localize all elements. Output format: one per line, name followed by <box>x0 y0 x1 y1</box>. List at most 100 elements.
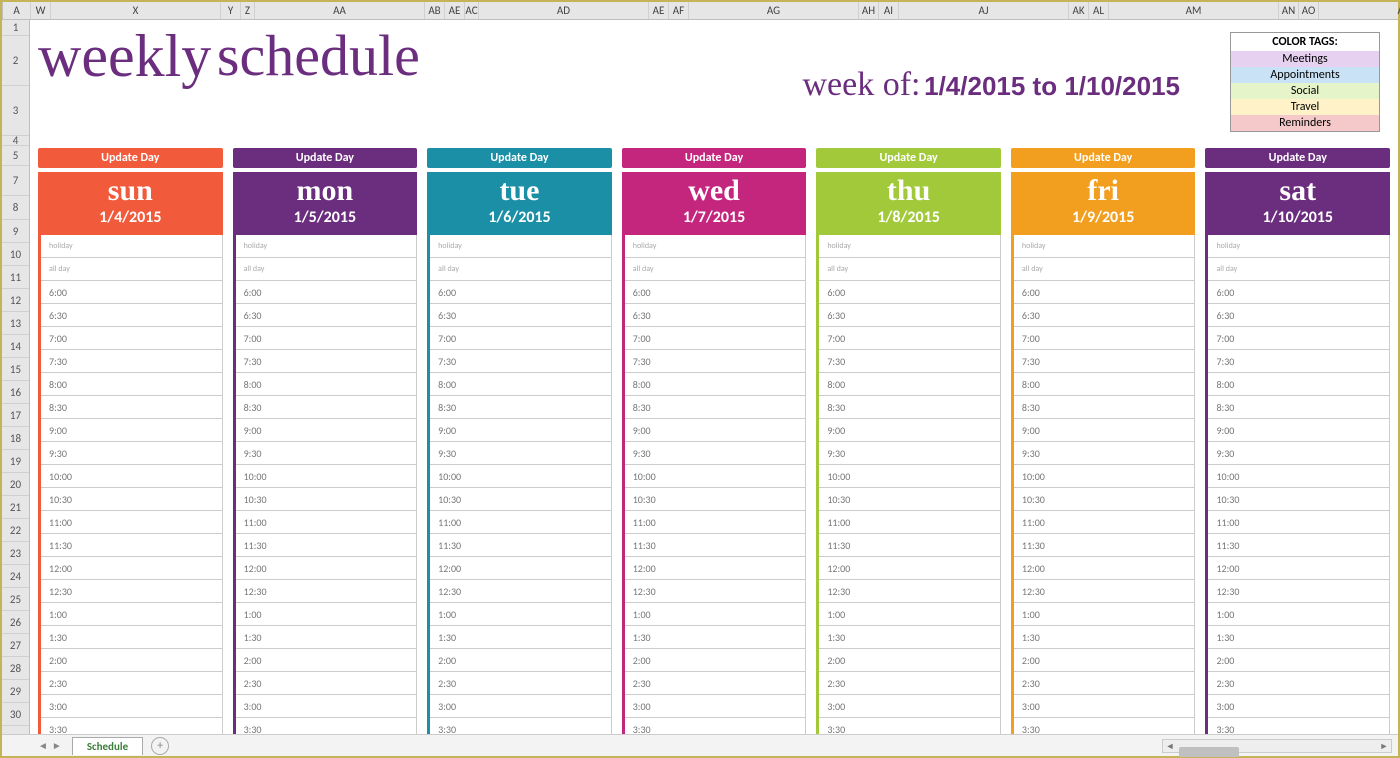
row-header[interactable]: 11 <box>2 266 29 289</box>
time-slot[interactable]: 6:30 <box>1208 304 1389 327</box>
time-slot[interactable]: 2:30 <box>41 672 222 695</box>
time-slot[interactable]: 12:00 <box>1208 557 1389 580</box>
time-slot[interactable]: 10:30 <box>430 488 611 511</box>
time-slot[interactable]: 11:30 <box>1208 534 1389 557</box>
time-slot[interactable]: 3:00 <box>41 695 222 718</box>
time-slot[interactable]: 2:00 <box>819 649 1000 672</box>
column-header[interactable]: Z <box>241 2 255 19</box>
tab-prev-icon[interactable]: ◄ <box>38 739 48 752</box>
time-slot[interactable]: 3:00 <box>819 695 1000 718</box>
time-slot[interactable]: 7:00 <box>625 327 806 350</box>
time-slot[interactable]: 12:30 <box>625 580 806 603</box>
time-slot[interactable]: 12:00 <box>236 557 417 580</box>
time-slot[interactable]: 10:30 <box>1014 488 1195 511</box>
time-slot[interactable]: 9:00 <box>625 419 806 442</box>
row-header[interactable]: 14 <box>2 335 29 358</box>
time-slot[interactable]: 6:30 <box>625 304 806 327</box>
row-header[interactable]: 27 <box>2 634 29 657</box>
time-slot[interactable]: 9:30 <box>625 442 806 465</box>
time-slot[interactable]: 6:00 <box>625 281 806 304</box>
update-day-button[interactable]: Update Day <box>427 148 612 168</box>
time-slot[interactable]: 1:30 <box>625 626 806 649</box>
row-header[interactable]: 1 <box>2 20 29 36</box>
time-slot[interactable]: 11:30 <box>41 534 222 557</box>
row-header[interactable]: 18 <box>2 427 29 450</box>
time-slot[interactable]: holiday <box>625 235 806 258</box>
row-header[interactable]: 5 <box>2 146 29 166</box>
column-header[interactable]: AL <box>1089 2 1109 19</box>
time-slot[interactable]: 10:00 <box>625 465 806 488</box>
time-slot[interactable]: 2:30 <box>625 672 806 695</box>
row-header[interactable]: 23 <box>2 542 29 565</box>
column-header[interactable]: Y <box>221 2 241 19</box>
time-slot[interactable]: 10:00 <box>41 465 222 488</box>
time-slot[interactable]: 8:00 <box>819 373 1000 396</box>
time-slot[interactable]: 1:30 <box>1014 626 1195 649</box>
time-slot[interactable]: 12:30 <box>819 580 1000 603</box>
update-day-button[interactable]: Update Day <box>1205 148 1390 168</box>
time-slot[interactable]: 3:00 <box>1208 695 1389 718</box>
column-header[interactable]: AC <box>465 2 479 19</box>
time-slot[interactable]: 1:00 <box>819 603 1000 626</box>
row-header[interactable]: 8 <box>2 196 29 220</box>
time-slot[interactable]: 2:30 <box>430 672 611 695</box>
column-header[interactable]: AE <box>445 2 465 19</box>
time-slot[interactable]: 10:00 <box>1014 465 1195 488</box>
time-slot[interactable]: 8:30 <box>41 396 222 419</box>
update-day-button[interactable]: Update Day <box>622 148 807 168</box>
time-slot[interactable]: 8:30 <box>625 396 806 419</box>
time-slot[interactable]: all day <box>1208 258 1389 281</box>
time-slot[interactable]: 10:00 <box>819 465 1000 488</box>
time-slot[interactable]: 2:00 <box>236 649 417 672</box>
time-slot[interactable]: 3:00 <box>236 695 417 718</box>
time-slot[interactable]: 7:00 <box>1014 327 1195 350</box>
row-header[interactable]: 19 <box>2 450 29 473</box>
column-header[interactable]: AE <box>649 2 669 19</box>
time-slot[interactable]: 12:00 <box>1014 557 1195 580</box>
row-header[interactable]: 26 <box>2 611 29 634</box>
time-slot[interactable]: 7:30 <box>430 350 611 373</box>
row-header[interactable]: 28 <box>2 657 29 680</box>
time-slot[interactable]: 1:00 <box>236 603 417 626</box>
time-slot[interactable]: 12:00 <box>625 557 806 580</box>
time-slot[interactable]: 12:30 <box>430 580 611 603</box>
row-header[interactable]: 16 <box>2 381 29 404</box>
time-slot[interactable]: 11:30 <box>1014 534 1195 557</box>
time-slot[interactable]: 7:30 <box>41 350 222 373</box>
column-header[interactable]: AM <box>1109 2 1279 19</box>
time-slot[interactable]: 6:00 <box>236 281 417 304</box>
time-slot[interactable]: 2:00 <box>625 649 806 672</box>
time-slot[interactable]: 11:00 <box>625 511 806 534</box>
time-slot[interactable]: 6:00 <box>819 281 1000 304</box>
add-sheet-button[interactable]: + <box>151 737 169 755</box>
time-slot[interactable]: 12:00 <box>41 557 222 580</box>
column-header[interactable]: AG <box>689 2 859 19</box>
time-slot[interactable]: 6:30 <box>41 304 222 327</box>
time-slot[interactable]: 9:00 <box>1208 419 1389 442</box>
row-header[interactable]: 7 <box>2 166 29 196</box>
time-slot[interactable]: 10:00 <box>430 465 611 488</box>
time-slot[interactable]: 11:00 <box>819 511 1000 534</box>
time-slot[interactable]: 7:30 <box>236 350 417 373</box>
column-header[interactable]: AH <box>859 2 879 19</box>
time-slot[interactable]: 8:30 <box>819 396 1000 419</box>
time-slot[interactable]: 1:30 <box>1208 626 1389 649</box>
time-slot[interactable]: 10:00 <box>1208 465 1389 488</box>
time-slot[interactable]: 8:30 <box>430 396 611 419</box>
row-header[interactable]: 24 <box>2 565 29 588</box>
time-slot[interactable]: 11:00 <box>1014 511 1195 534</box>
time-slot[interactable]: 7:00 <box>41 327 222 350</box>
update-day-button[interactable]: Update Day <box>233 148 418 168</box>
row-header[interactable]: 21 <box>2 496 29 519</box>
time-slot[interactable]: 7:30 <box>625 350 806 373</box>
time-slot[interactable]: 8:00 <box>625 373 806 396</box>
time-slot[interactable]: 8:00 <box>1014 373 1195 396</box>
time-slot[interactable]: all day <box>625 258 806 281</box>
time-slot[interactable]: 6:00 <box>1208 281 1389 304</box>
update-day-button[interactable]: Update Day <box>38 148 223 168</box>
row-header[interactable]: 22 <box>2 519 29 542</box>
scroll-thumb[interactable] <box>1179 747 1239 757</box>
row-header[interactable]: 30 <box>2 703 29 726</box>
time-slot[interactable]: 11:00 <box>236 511 417 534</box>
row-header[interactable]: 29 <box>2 680 29 703</box>
